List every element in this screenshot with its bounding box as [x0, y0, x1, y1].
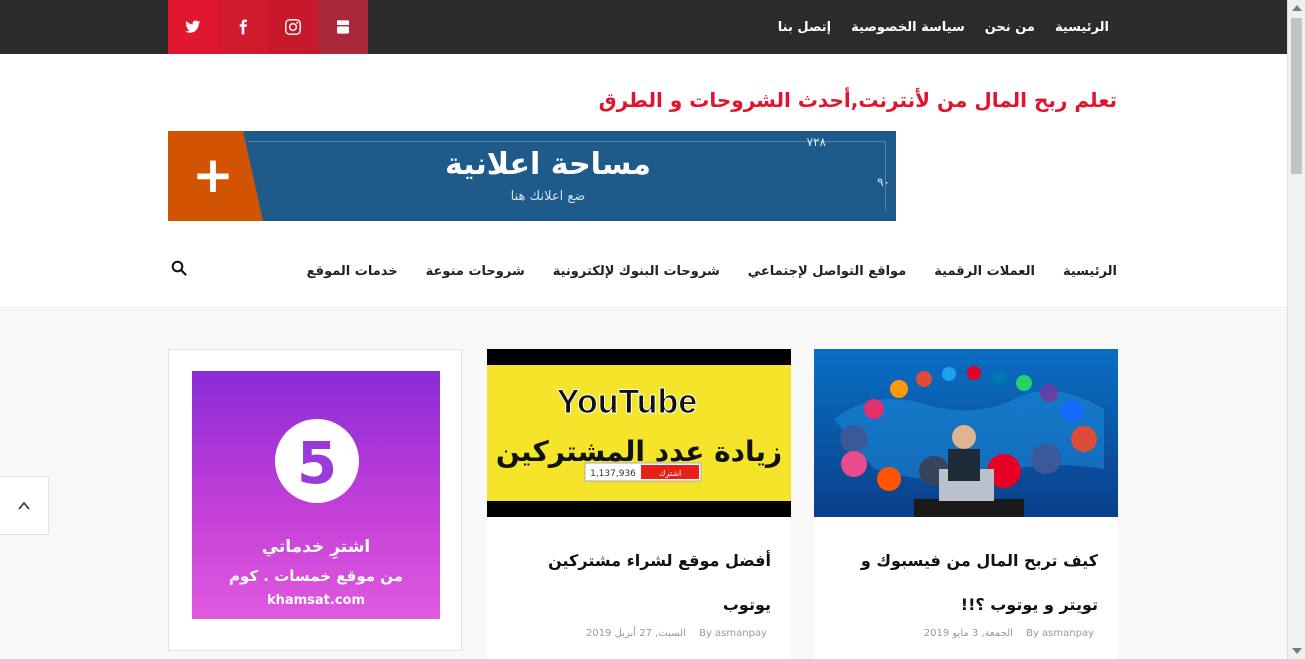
post-meta: By asmanpay السبت, 27 أبريل 2019 [586, 628, 767, 639]
top-link-privacy[interactable]: سياسة الخصوصية [851, 20, 965, 35]
banner-width-label: ٧٢٨ [806, 135, 826, 149]
scroll-down-arrow-icon[interactable] [1292, 648, 1302, 654]
ad-banner[interactable]: + ٧٢٨ ٩٠ مساحة اعلانية ضع اعلانك هنا [168, 131, 896, 221]
post-card[interactable]: كيف تربح المال من فيسبوك و تويتر و يوتوب… [814, 349, 1118, 659]
top-bar: الرئيسية من نحن سياسة الخصوصية إتصل بنا [0, 0, 1287, 54]
nav-item-banks[interactable]: شروحات البنوك لإلكترونية [553, 264, 720, 279]
search-icon[interactable] [171, 260, 187, 276]
nav-item-services[interactable]: خدمات الموقع [307, 264, 398, 279]
post-thumbnail[interactable]: YouTube زيادة عدد المشتركين 1,137,936 اش… [487, 349, 791, 517]
post-thumbnail[interactable] [814, 349, 1118, 517]
top-links: الرئيسية من نحن سياسة الخصوصية إتصل بنا [778, 0, 1109, 54]
khamsat-ad[interactable]: 5 اشترِ خدماتي من موقع خمسات . كوم khams… [192, 371, 440, 619]
ad-line-2: من موقع خمسات . كوم [228, 567, 404, 585]
instagram-icon [285, 19, 301, 35]
nav-item-misc[interactable]: شروحات منوعة [426, 264, 525, 279]
sidebar-ad-widget: 5 اشترِ خدماتي من موقع خمسات . كوم khams… [168, 349, 462, 651]
main-navigation: الرئيسية العملات الرقمية مواقع التواصل ل… [0, 240, 1287, 308]
post-meta: By asmanpay الجمعة, 3 مايو 2019 [924, 628, 1094, 639]
youtube-link[interactable] [318, 0, 368, 54]
post-author[interactable]: By asmanpay [1026, 628, 1094, 639]
top-link-about[interactable]: من نحن [985, 20, 1035, 35]
chevron-up-icon [18, 501, 30, 510]
site-tagline[interactable]: تعلم ربح المال من لأنترنت,أحدث الشروحات … [599, 88, 1117, 112]
ad-line-3: khamsat.com [266, 593, 366, 608]
banner-height-label: ٩٠ [877, 175, 890, 189]
nav-item-crypto[interactable]: العملات الرقمية [934, 264, 1035, 279]
post-date: الجمعة, 3 مايو 2019 [923, 628, 1013, 639]
scrollbar-thumb[interactable] [1291, 18, 1302, 174]
nav-items: الرئيسية العملات الرقمية مواقع التواصل ل… [307, 264, 1117, 279]
banner-subtitle: ضع اعلانك هنا [510, 189, 586, 204]
nav-item-social[interactable]: مواقع التواصل لإجتماعي [748, 264, 907, 279]
post-card[interactable]: YouTube زيادة عدد المشتركين 1,137,936 اش… [487, 349, 791, 659]
instagram-link[interactable] [268, 0, 318, 54]
top-link-contact[interactable]: إتصل بنا [778, 20, 831, 35]
plus-icon: + [192, 146, 234, 204]
facebook-link[interactable] [218, 0, 268, 54]
social-links [168, 0, 368, 54]
post-author[interactable]: By asmanpay [699, 628, 767, 639]
image-subscribe-button: اشترك [659, 469, 681, 478]
khamsat-logo-icon: 5 [296, 429, 338, 497]
image-brand-text: YouTube [557, 383, 697, 421]
nav-item-home[interactable]: الرئيسية [1063, 264, 1117, 279]
youtube-subscribers-image: YouTube زيادة عدد المشتركين 1,137,936 اش… [487, 349, 791, 517]
post-date: السبت, 27 أبريل 2019 [585, 628, 686, 639]
twitter-icon [185, 20, 201, 33]
facebook-icon [239, 19, 247, 35]
back-to-top-button[interactable] [0, 476, 49, 535]
image-subscriber-count: 1,137,936 [590, 469, 636, 479]
top-link-home[interactable]: الرئيسية [1055, 20, 1109, 35]
banner-title: مساحة اعلانية [445, 147, 651, 182]
twitter-link[interactable] [168, 0, 218, 54]
page-scrollbar[interactable] [1287, 0, 1305, 659]
social-media-image [814, 349, 1118, 517]
post-title[interactable]: أفضل موقع لشراء مشتركين يوتوب [501, 539, 771, 627]
ad-line-1: اشترِ خدماتي [261, 537, 371, 557]
youtube-icon [337, 20, 349, 34]
post-title[interactable]: كيف تربح المال من فيسبوك و تويتر و يوتوب… [828, 539, 1098, 627]
scroll-up-arrow-icon[interactable] [1292, 5, 1302, 11]
banner-dimension-line [248, 141, 886, 142]
